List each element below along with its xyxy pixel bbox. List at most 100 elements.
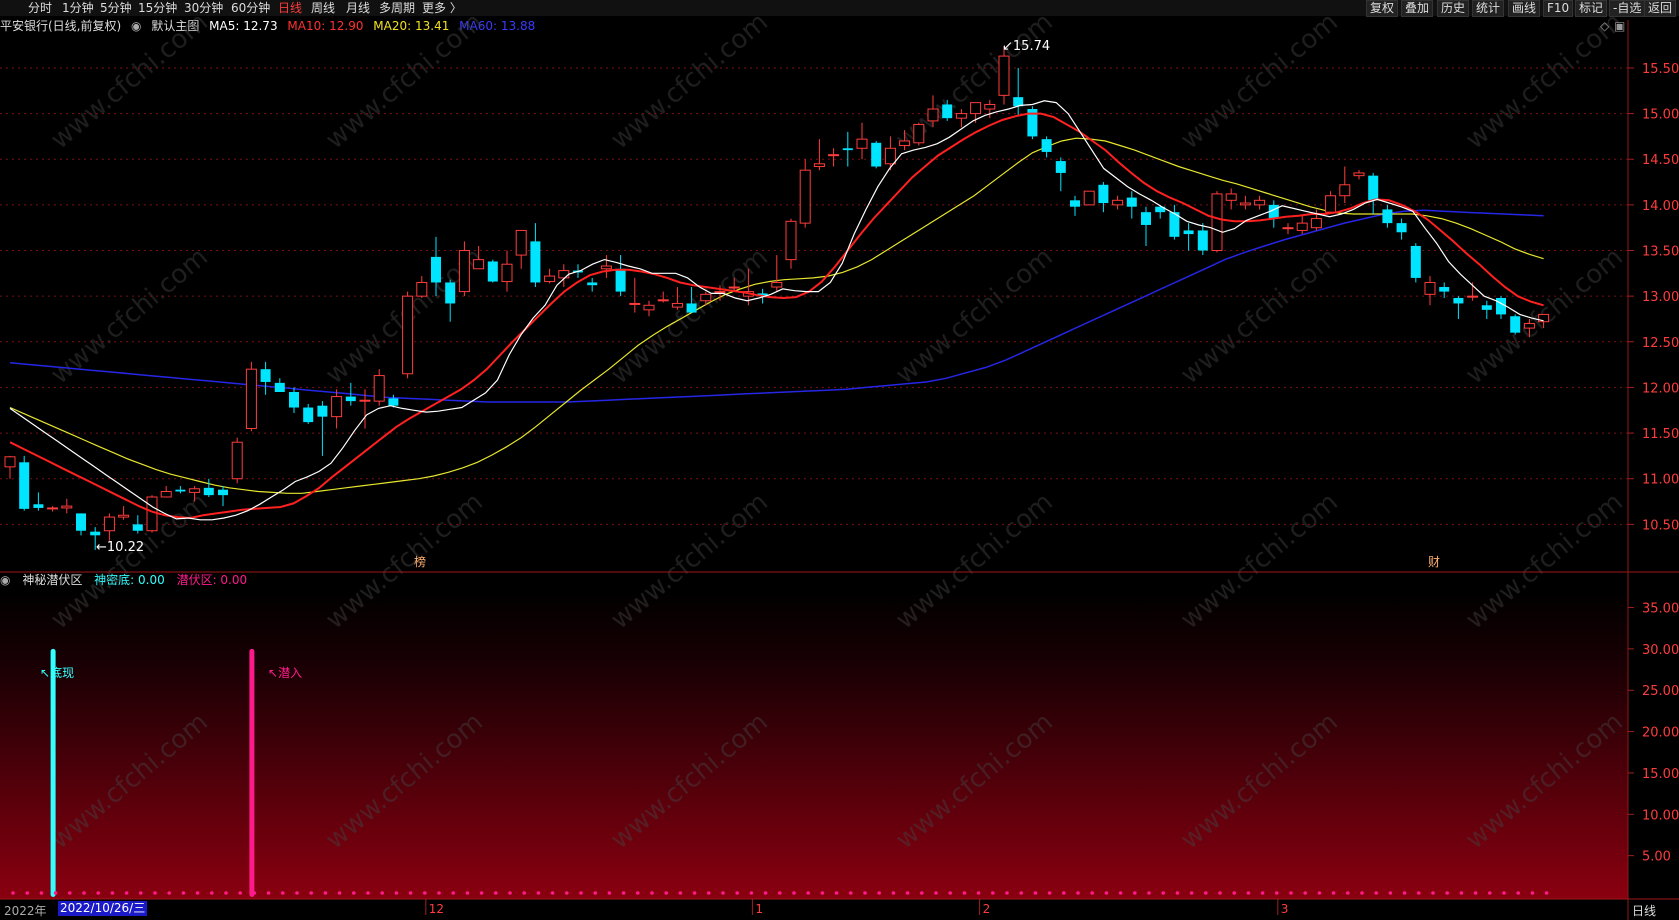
candle-body[interactable]: [714, 291, 726, 294]
candle-body[interactable]: [1382, 209, 1393, 224]
candle-body[interactable]: [1325, 195, 1337, 213]
candle-body[interactable]: [1141, 212, 1151, 225]
candle-body[interactable]: [103, 516, 115, 532]
candle-body[interactable]: [1510, 316, 1521, 333]
candle-body[interactable]: [33, 504, 44, 508]
candle-body[interactable]: [984, 103, 996, 110]
candle-body[interactable]: [657, 299, 669, 302]
candle-body[interactable]: [1254, 199, 1266, 206]
candle-body[interactable]: [600, 265, 612, 270]
candle-body[interactable]: [856, 138, 868, 149]
candle-body[interactable]: [47, 507, 59, 510]
candle-body[interactable]: [1353, 172, 1365, 177]
candle-body[interactable]: [231, 441, 243, 480]
candle-body[interactable]: [629, 302, 641, 305]
candle-body[interactable]: [289, 392, 299, 408]
candle-body[interactable]: [331, 396, 343, 418]
candle-body[interactable]: [785, 220, 797, 261]
period-button[interactable]: 日线: [1632, 902, 1656, 919]
candle-body[interactable]: [274, 382, 285, 392]
candle-body[interactable]: [828, 154, 840, 157]
candle-body[interactable]: [76, 513, 86, 531]
candle-body[interactable]: [245, 368, 257, 430]
candle-body[interactable]: [1083, 190, 1095, 206]
window-toggle-icon[interactable]: ▣: [1614, 19, 1625, 33]
candle-body[interactable]: [1481, 305, 1492, 310]
candle-body[interactable]: [359, 399, 371, 402]
candle-body[interactable]: [671, 302, 683, 308]
candle-body[interactable]: [61, 505, 73, 509]
candle-body[interactable]: [501, 263, 513, 283]
candle-body[interactable]: [899, 140, 911, 147]
candle-body[interactable]: [942, 104, 953, 119]
candle-body[interactable]: [1055, 161, 1066, 173]
candle-body[interactable]: [345, 396, 356, 402]
candle-body[interactable]: [218, 489, 228, 496]
candle-body[interactable]: [19, 462, 30, 509]
candle-body[interactable]: [4, 456, 16, 468]
candle-body[interactable]: [544, 275, 556, 283]
candle-body[interactable]: [1523, 323, 1535, 329]
candle-body[interactable]: [189, 488, 201, 493]
candle-body[interactable]: [203, 487, 214, 496]
event-marker-bang[interactable]: 榜: [414, 554, 426, 569]
candle-body[interactable]: [160, 490, 172, 498]
candle-body[interactable]: [1496, 297, 1506, 315]
candle-body[interactable]: [132, 524, 143, 531]
stock-chart[interactable]: www.cfchi.com www.cfchi.com www.cfchi.com w…: [0, 0, 1679, 920]
candle-body[interactable]: [388, 398, 399, 406]
candle-body[interactable]: [771, 281, 783, 288]
candle-body[interactable]: [458, 250, 470, 293]
candle-body[interactable]: [416, 281, 428, 297]
candle-body[interactable]: [1453, 297, 1464, 304]
candle-body[interactable]: [587, 282, 598, 286]
candle-body[interactable]: [927, 108, 939, 122]
candle-body[interactable]: [728, 286, 740, 289]
candle-body[interactable]: [90, 531, 101, 536]
candle-body[interactable]: [643, 304, 655, 311]
candle-body[interactable]: [1098, 184, 1109, 204]
diamond-icon[interactable]: ◇: [1600, 19, 1610, 33]
candle-body[interactable]: [884, 147, 896, 165]
candle-body[interactable]: [1439, 287, 1450, 292]
candle-body[interactable]: [1410, 245, 1421, 278]
candle-body[interactable]: [515, 229, 527, 256]
candle-body[interactable]: [700, 293, 712, 302]
candle-body[interactable]: [970, 102, 982, 115]
candle-body[interactable]: [686, 303, 697, 313]
candle-body[interactable]: [1310, 218, 1322, 229]
candle-body[interactable]: [118, 514, 130, 518]
candle-body[interactable]: [998, 55, 1010, 96]
candle-body[interactable]: [955, 113, 967, 119]
candle-body[interactable]: [799, 169, 811, 224]
candle-body[interactable]: [1041, 139, 1052, 152]
candle-body[interactable]: [487, 261, 498, 282]
candle-body[interactable]: [1126, 197, 1137, 207]
event-marker-cai[interactable]: 财: [1428, 555, 1440, 569]
candle-body[interactable]: [1239, 202, 1251, 206]
candle-body[interactable]: [175, 489, 186, 492]
candle-body[interactable]: [615, 268, 626, 292]
candle-body[interactable]: [1296, 222, 1308, 231]
candle-body[interactable]: [1396, 223, 1407, 233]
candle-body[interactable]: [445, 282, 456, 304]
candle-body[interactable]: [913, 124, 925, 144]
candle-body[interactable]: [1070, 200, 1080, 207]
candle-body[interactable]: [373, 375, 385, 402]
candle-body[interactable]: [146, 496, 158, 532]
candle-body[interactable]: [260, 369, 271, 382]
candle-body[interactable]: [402, 295, 414, 375]
candle-body[interactable]: [1467, 295, 1479, 298]
candle-body[interactable]: [1225, 193, 1237, 201]
candle-body[interactable]: [871, 142, 882, 167]
candle-body[interactable]: [1368, 175, 1379, 201]
candle-body[interactable]: [1112, 199, 1124, 206]
candle-body[interactable]: [317, 405, 328, 417]
candle-body[interactable]: [842, 148, 853, 151]
candle-body[interactable]: [558, 270, 570, 279]
candle-body[interactable]: [303, 407, 314, 423]
candle-body[interactable]: [1183, 230, 1194, 235]
candle-body[interactable]: [431, 256, 441, 283]
candle-body[interactable]: [1339, 184, 1351, 197]
candle-body[interactable]: [1282, 227, 1294, 230]
